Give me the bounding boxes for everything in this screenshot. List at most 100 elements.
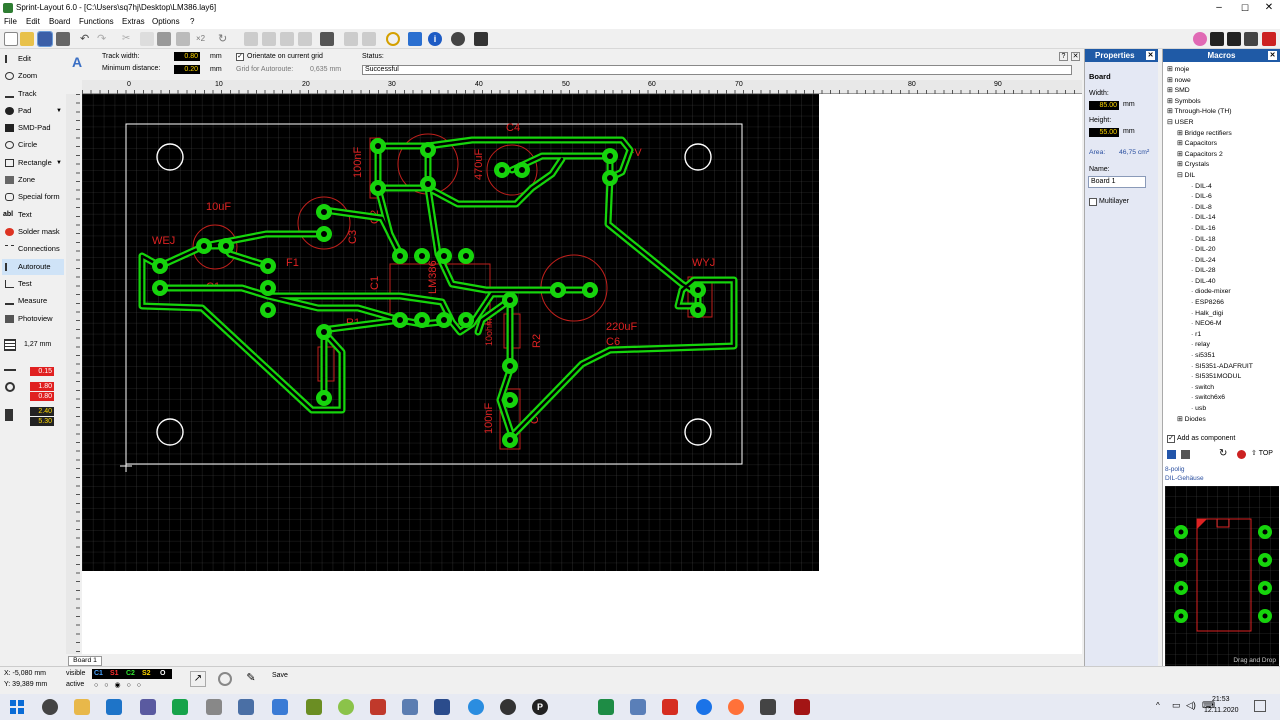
tool-measure[interactable]: Measure (2, 293, 64, 309)
tool-test[interactable]: Test (2, 276, 64, 292)
app-icon-chip[interactable] (760, 699, 776, 715)
group-2-icon[interactable] (344, 32, 358, 46)
tool-autoroute[interactable]: Autoroute (2, 259, 64, 275)
ie-icon[interactable] (696, 699, 712, 715)
volume-icon[interactable]: ◁) (1186, 700, 1196, 711)
close-properties-icon[interactable]: ✕ (1146, 51, 1155, 60)
tree-item[interactable]: ⊞ Bridge rectifiers (1167, 129, 1253, 140)
app-icon-doc[interactable] (402, 699, 418, 715)
close-options-button[interactable]: ✕ (1071, 52, 1080, 61)
tree-item[interactable]: ⊞ Diodes (1167, 415, 1253, 426)
tree-item[interactable]: · r1 (1167, 330, 1253, 341)
menu-functions[interactable]: Functions (79, 17, 114, 26)
undo-icon[interactable]: ↶ (80, 32, 94, 46)
excel-icon[interactable] (598, 699, 614, 715)
close-button[interactable]: ✕ (1256, 0, 1280, 16)
sprint-layout-icon[interactable] (172, 699, 188, 715)
menu-file[interactable]: File (4, 17, 17, 26)
tree-item[interactable]: · NEO6-M (1167, 319, 1253, 330)
duplicate-icon[interactable]: ×2 (196, 32, 210, 46)
delete-macro-icon[interactable] (1181, 450, 1190, 459)
min-distance-input[interactable]: 0.20 (174, 65, 200, 74)
app-icon-navy[interactable] (434, 699, 450, 715)
maximize-button[interactable]: ☐ (1232, 0, 1258, 16)
tree-item[interactable]: · DIL-4 (1167, 182, 1253, 193)
app-icon-green[interactable] (306, 699, 322, 715)
tool-zone[interactable]: Zone (2, 172, 64, 188)
tool-photoview[interactable]: Photoview (2, 311, 64, 327)
notifications-icon[interactable] (1254, 700, 1266, 712)
tool-edit[interactable]: Edit (2, 51, 64, 67)
print-icon[interactable] (56, 32, 70, 46)
tool-track[interactable]: Track (2, 86, 64, 102)
info-icon[interactable]: i (428, 32, 442, 46)
close-macros-icon[interactable]: ✕ (1268, 51, 1277, 60)
target-icon[interactable] (218, 672, 232, 686)
menu-edit[interactable]: Edit (26, 17, 40, 26)
tool-special-form[interactable]: Special form (2, 189, 64, 205)
outlook-icon[interactable] (106, 699, 122, 715)
tree-item[interactable]: · SI5351-ADAFRUIT (1167, 362, 1253, 373)
tree-item[interactable]: ⊞ SMD (1167, 86, 1253, 97)
drc-icon[interactable] (474, 32, 488, 46)
grid-size[interactable]: 1,27 mm (24, 341, 51, 348)
record-icon[interactable] (1237, 450, 1246, 459)
tree-item[interactable]: · DIL-28 (1167, 266, 1253, 277)
calculator-icon[interactable] (272, 699, 288, 715)
explorer-icon[interactable] (74, 699, 90, 715)
app-icon-leaf[interactable] (338, 699, 354, 715)
tree-item[interactable]: · switch (1167, 383, 1253, 394)
tree-item[interactable]: · DIL-40 (1167, 277, 1253, 288)
palette-icon[interactable] (1193, 32, 1207, 46)
drc-2-icon[interactable] (1244, 32, 1258, 46)
tree-item[interactable]: · DIL-8 (1167, 203, 1253, 214)
tree-item[interactable]: ⊞ moje (1167, 65, 1253, 76)
grid-icon[interactable] (4, 339, 16, 351)
help-button[interactable]: ? (1059, 52, 1068, 61)
pad-drill-value[interactable]: 0.80 (30, 392, 54, 401)
tray-chevron-icon[interactable]: ^ (1156, 701, 1160, 710)
open-folder-icon[interactable] (20, 32, 34, 46)
app-icon-gray[interactable] (206, 699, 222, 715)
tool-zoom[interactable]: Zoom (2, 68, 64, 84)
tree-item[interactable]: · si5351 (1167, 351, 1253, 362)
tree-item[interactable]: ⊞ Capacitors (1167, 139, 1253, 150)
firefox-icon[interactable] (728, 699, 744, 715)
tree-item[interactable]: · DIL-20 (1167, 245, 1253, 256)
tree-item[interactable]: ⊞ Capacitors 2 (1167, 150, 1253, 161)
active-layer-radios[interactable]: ○○◉○○ (94, 681, 172, 690)
tree-item[interactable]: · DIL-24 (1167, 256, 1253, 267)
tool-connections[interactable]: Connections (2, 241, 64, 257)
tool-solder-mask[interactable]: Solder mask (2, 224, 64, 240)
tree-item[interactable]: ⊞ Crystals (1167, 160, 1253, 171)
tree-item[interactable]: · switch6x6 (1167, 393, 1253, 404)
pad-dropdown-icon[interactable]: ▼ (56, 103, 62, 119)
menu-board[interactable]: Board (49, 17, 70, 26)
group-icon[interactable] (298, 32, 312, 46)
tree-item[interactable]: · DIL-16 (1167, 224, 1253, 235)
track-width-input[interactable]: 0.80 (174, 52, 200, 61)
save-macro-icon[interactable] (1167, 450, 1176, 459)
minimize-button[interactable]: – (1206, 0, 1232, 16)
search-icon[interactable] (42, 699, 58, 715)
mirror-h-icon[interactable] (244, 32, 258, 46)
new-file-icon[interactable] (4, 32, 18, 46)
width-input[interactable]: 85.00 (1089, 101, 1119, 110)
paste-icon[interactable] (157, 32, 171, 46)
tree-item[interactable]: · ESP8266 (1167, 298, 1253, 309)
multilayer-checkbox[interactable] (1089, 198, 1097, 206)
macro-preview[interactable]: Drag and Drop (1165, 486, 1279, 666)
app-icon-m[interactable] (140, 699, 156, 715)
tree-item[interactable]: · DIL-18 (1167, 235, 1253, 246)
menu-help[interactable]: ? (190, 17, 194, 26)
qr-icon[interactable] (1210, 32, 1224, 46)
tool-rectangle[interactable]: Rectangle ▼ (2, 155, 64, 171)
pcb-drawing[interactable]: C4 100nF 470uF 10uF WEJ C3 C2 F1 C1 C1 L… (82, 94, 819, 571)
windows-start-icon[interactable] (10, 700, 24, 714)
board-tab[interactable]: Board 1 (68, 656, 102, 666)
tool-circle[interactable]: Circle (2, 137, 64, 153)
layer-visibility[interactable]: C1 S1 C2 S2 O (92, 669, 172, 679)
tree-item[interactable]: · diode-mixer (1167, 287, 1253, 298)
network-icon[interactable]: ▭ (1172, 700, 1181, 711)
save-icon[interactable] (37, 31, 53, 47)
